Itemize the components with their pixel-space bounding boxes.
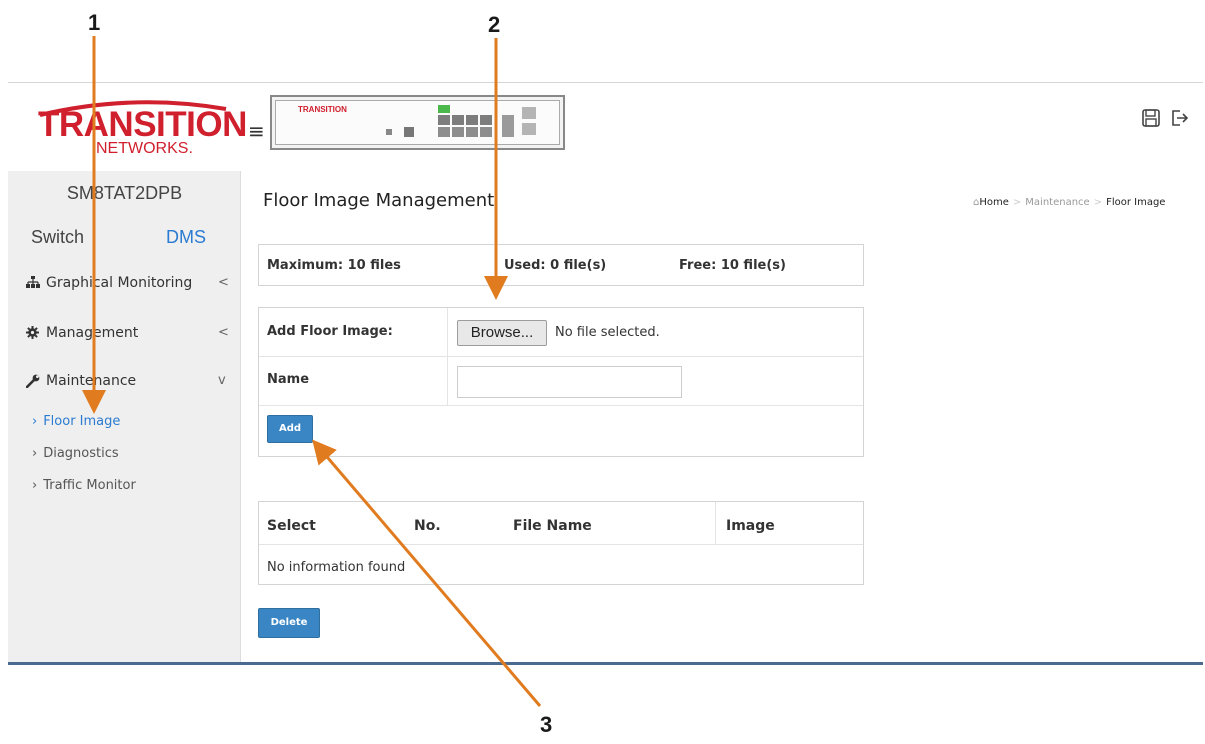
sidebar-subitem-label: Traffic Monitor: [43, 478, 136, 493]
sidebar-item-label: Graphical Monitoring: [46, 275, 193, 291]
name-input[interactable]: [457, 366, 682, 398]
sidebar: TRANSITION NETWORKS. SM8TAT2DPB Switch D…: [8, 83, 247, 662]
column-divider: [715, 502, 716, 544]
chevron-right-icon: ›: [32, 478, 38, 493]
chevron-right-icon: ›: [32, 414, 38, 429]
sidebar-subitem-diagnostics[interactable]: › Diagnostics: [32, 446, 119, 461]
device-faceplate: TRANSITION: [275, 100, 560, 145]
wrench-icon: [25, 374, 40, 392]
column-divider: [447, 308, 448, 406]
column-header-file-name: File Name: [513, 518, 592, 534]
sidebar-tabs: Switch DMS: [8, 217, 241, 257]
breadcrumb-home[interactable]: Home: [979, 197, 1009, 208]
screenshot-stage: 1 2 3 TRANSITION NETWORKS. SM8TAT2DPB Sw…: [0, 0, 1205, 744]
delete-button[interactable]: Delete: [258, 608, 320, 638]
sidebar-subitem-label: Diagnostics: [43, 446, 119, 461]
sidebar-item-management[interactable]: Management <: [8, 319, 241, 349]
sidebar-subitem-traffic-monitor[interactable]: › Traffic Monitor: [32, 478, 136, 493]
device-panel-image[interactable]: TRANSITION: [270, 95, 565, 150]
save-icon[interactable]: [1142, 109, 1160, 131]
breadcrumb: ⌂Home > Maintenance > Floor Image: [973, 197, 1166, 208]
callout-number-3: 3: [540, 712, 553, 737]
column-header-image: Image: [726, 518, 775, 534]
floor-image-table: Select No. File Name Image No informatio…: [258, 501, 864, 585]
callout-number-2: 2: [488, 12, 501, 37]
breadcrumb-maintenance[interactable]: Maintenance: [1025, 197, 1089, 208]
header-divider: [259, 544, 863, 545]
sitemap-icon: [26, 276, 40, 292]
browse-button[interactable]: Browse...: [457, 320, 547, 346]
logo-wordmark: TRANSITION: [38, 105, 247, 144]
file-status-text: No file selected.: [555, 325, 660, 340]
sidebar-subitem-label: Floor Image: [43, 414, 121, 429]
hamburger-icon[interactable]: ≡: [248, 119, 265, 143]
tab-dms[interactable]: DMS: [166, 227, 206, 248]
used-files-text: Used: 0 file(s): [504, 258, 607, 273]
name-label: Name: [267, 372, 310, 387]
column-header-select: Select: [267, 518, 316, 534]
add-image-panel: Add Floor Image: Browse... No file selec…: [258, 307, 864, 457]
chevron-left-icon: <: [218, 325, 229, 340]
breadcrumb-current: Floor Image: [1106, 197, 1166, 208]
row-divider: [259, 405, 863, 406]
sidebar-item-graphical-monitoring[interactable]: Graphical Monitoring <: [8, 269, 241, 299]
add-floor-image-label: Add Floor Image:: [267, 324, 393, 339]
table-empty-message: No information found: [267, 560, 406, 575]
sidebar-item-label: Management: [46, 325, 139, 341]
chevron-right-icon: ›: [32, 446, 38, 461]
brand-logo[interactable]: TRANSITION NETWORKS.: [8, 83, 247, 171]
app-window: TRANSITION NETWORKS. SM8TAT2DPB Switch D…: [8, 82, 1203, 665]
row-divider: [259, 356, 863, 357]
max-files-text: Maximum: 10 files: [267, 258, 401, 273]
sidebar-item-maintenance[interactable]: Maintenance v: [8, 367, 241, 397]
free-files-text: Free: 10 file(s): [679, 258, 786, 273]
page-title: Floor Image Management: [263, 190, 495, 211]
sidebar-subitem-floor-image[interactable]: › Floor Image: [32, 414, 120, 429]
chevron-left-icon: <: [218, 275, 229, 290]
file-stats-panel: Maximum: 10 files Used: 0 file(s) Free: …: [258, 244, 864, 286]
logout-icon[interactable]: [1170, 109, 1189, 131]
device-name: SM8TAT2DPB: [66, 183, 183, 203]
add-button[interactable]: Add: [267, 415, 313, 443]
column-header-no: No.: [414, 518, 441, 534]
logo-subtitle: NETWORKS.: [96, 140, 193, 157]
chevron-down-icon: v: [218, 373, 226, 388]
tab-switch[interactable]: Switch: [31, 227, 84, 248]
gear-icon: [26, 326, 39, 343]
sidebar-item-label: Maintenance: [46, 373, 137, 389]
device-ports-icon: [386, 105, 536, 137]
callout-number-1: 1: [88, 10, 101, 35]
